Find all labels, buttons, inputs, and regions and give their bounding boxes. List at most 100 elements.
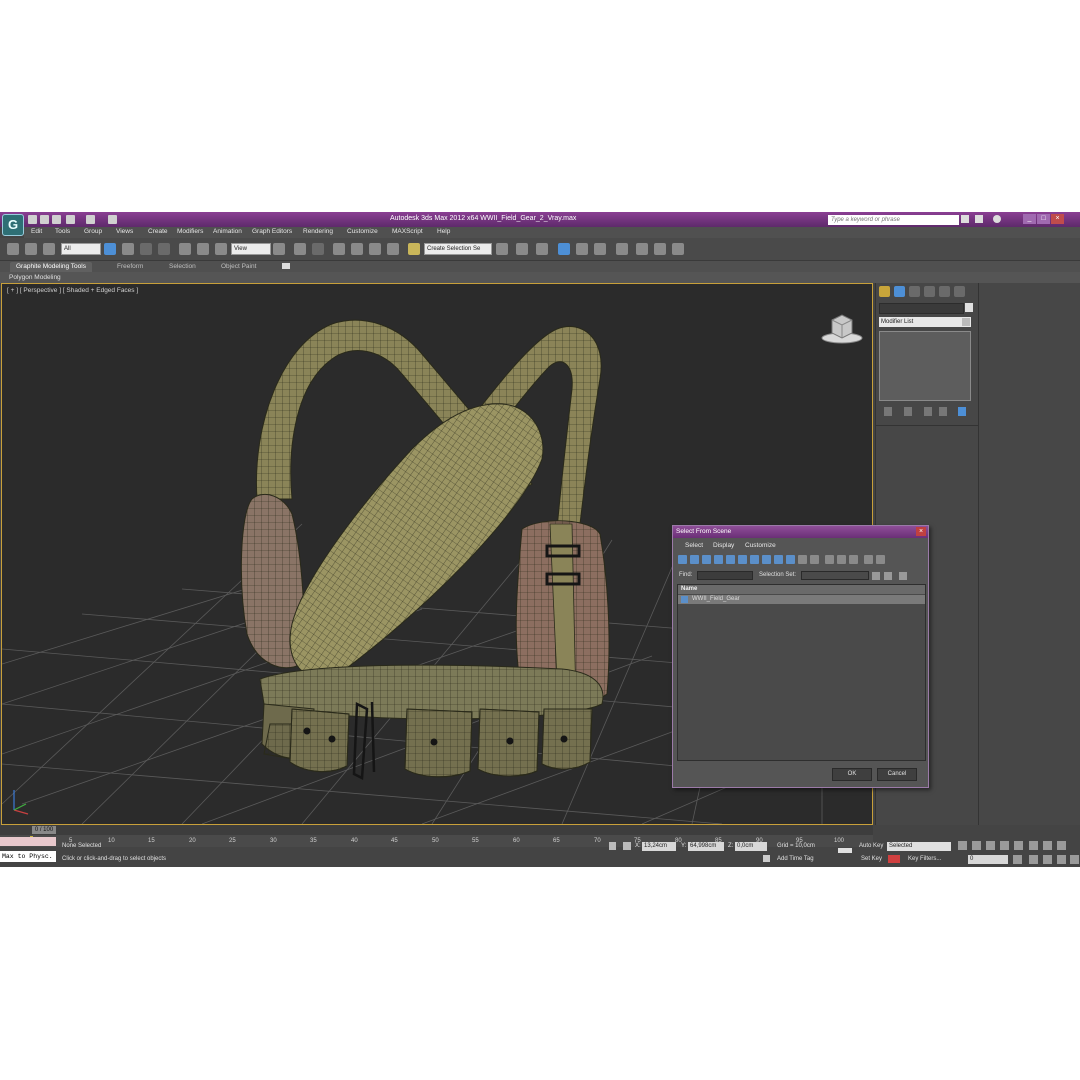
make-unique-icon[interactable]: [924, 407, 932, 416]
reference-coordinate-dropdown[interactable]: View: [231, 243, 271, 255]
menu-create[interactable]: Create: [148, 228, 168, 235]
percent-snap-icon[interactable]: [369, 243, 381, 255]
curve-editor-icon[interactable]: [576, 243, 588, 255]
configure-modifier-sets-icon[interactable]: [958, 407, 966, 416]
help-search-input[interactable]: Type a keyword or phrase: [828, 215, 959, 225]
layer-manager-icon[interactable]: [536, 243, 548, 255]
menu-views[interactable]: Views: [116, 228, 133, 235]
mirror-icon[interactable]: [496, 243, 508, 255]
display-containers-icon[interactable]: [786, 555, 795, 564]
redo-icon[interactable]: [86, 215, 95, 224]
unlink-icon[interactable]: [25, 243, 37, 255]
rectangular-selection-icon[interactable]: [140, 243, 152, 255]
absolute-mode-icon[interactable]: [623, 842, 631, 850]
display-bones-icon[interactable]: [774, 555, 783, 564]
viewport-label[interactable]: [ + ] [ Perspective ] [ Shaded + Edged F…: [7, 287, 138, 294]
menu-tools[interactable]: Tools: [55, 228, 70, 235]
display-xrefs-icon[interactable]: [762, 555, 771, 564]
move-icon[interactable]: [179, 243, 191, 255]
selection-set-dropdown[interactable]: [801, 571, 869, 580]
display-cameras-icon[interactable]: [714, 555, 723, 564]
maxscript-listener-output[interactable]: [0, 837, 56, 846]
default-tangents-icon[interactable]: [888, 855, 900, 863]
menu-maxscript[interactable]: MAXScript: [392, 228, 423, 235]
select-manipulate-icon[interactable]: [294, 243, 306, 255]
schematic-view-icon[interactable]: [594, 243, 606, 255]
zoom-all-icon[interactable]: [1043, 841, 1052, 850]
utilities-tab-icon[interactable]: [954, 286, 965, 297]
name-column-header[interactable]: Name: [678, 585, 925, 594]
filter-icon[interactable]: [864, 555, 873, 564]
go-to-end-icon[interactable]: [1014, 841, 1023, 850]
render-setup-icon[interactable]: [636, 243, 648, 255]
previous-frame-icon[interactable]: [972, 841, 981, 850]
modify-tab-icon[interactable]: [894, 286, 905, 297]
motion-tab-icon[interactable]: [924, 286, 935, 297]
rotate-icon[interactable]: [197, 243, 209, 255]
display-space-warps-icon[interactable]: [738, 555, 747, 564]
field-of-view-icon[interactable]: [1029, 855, 1038, 864]
menu-edit[interactable]: Edit: [31, 228, 42, 235]
list-item[interactable]: WWII_Field_Gear: [678, 595, 925, 604]
angle-snap-icon[interactable]: [351, 243, 363, 255]
search-icon[interactable]: [961, 215, 969, 223]
dialog-menu-select[interactable]: Select: [685, 542, 703, 549]
display-shapes-icon[interactable]: [690, 555, 699, 564]
display-groups-icon[interactable]: [750, 555, 759, 564]
select-link-icon[interactable]: [7, 243, 19, 255]
rendered-frame-window-icon[interactable]: [654, 243, 666, 255]
display-helpers-icon[interactable]: [726, 555, 735, 564]
minimize-button[interactable]: _: [1023, 214, 1036, 224]
highlight-set-icon[interactable]: [899, 572, 907, 580]
spinner-snap-icon[interactable]: [387, 243, 399, 255]
menu-help[interactable]: Help: [437, 228, 450, 235]
display-geometry-icon[interactable]: [678, 555, 687, 564]
chevron-down-icon[interactable]: [962, 318, 970, 326]
key-filters-button[interactable]: Key Filters...: [908, 856, 941, 862]
go-to-start-icon[interactable]: [958, 841, 967, 850]
bind-space-warp-icon[interactable]: [43, 243, 55, 255]
dialog-menu-display[interactable]: Display: [713, 542, 734, 549]
select-by-name-icon[interactable]: [122, 243, 134, 255]
undo-icon[interactable]: [66, 215, 75, 224]
tab-graphite-modeling-tools[interactable]: Graphite Modeling Tools: [10, 262, 92, 272]
time-tag-icon[interactable]: [763, 855, 770, 862]
zoom-extents-icon[interactable]: [1057, 841, 1066, 850]
object-name-field[interactable]: [879, 303, 964, 314]
edit-named-selection-icon[interactable]: [408, 243, 420, 255]
display-invert-icon[interactable]: [849, 555, 858, 564]
time-slider[interactable]: 0 / 100: [0, 825, 873, 835]
menu-customize[interactable]: Customize: [347, 228, 378, 235]
open-file-icon[interactable]: [40, 215, 49, 224]
select-set-icon[interactable]: [872, 572, 880, 580]
polygon-modeling-panel[interactable]: Polygon Modeling: [9, 274, 61, 281]
display-frozen-icon[interactable]: [798, 555, 807, 564]
material-editor-icon[interactable]: [616, 243, 628, 255]
project-folder-icon[interactable]: [108, 215, 117, 224]
render-production-icon[interactable]: [672, 243, 684, 255]
menu-group[interactable]: Group: [84, 228, 102, 235]
named-selection-set-dropdown[interactable]: Create Selection Se: [424, 243, 492, 255]
z-coord-field[interactable]: 0,0cm: [735, 842, 767, 851]
communication-center-icon[interactable]: [975, 215, 983, 223]
display-none-icon[interactable]: [837, 555, 846, 564]
add-time-tag[interactable]: Add Time Tag: [777, 856, 814, 862]
align-icon[interactable]: [516, 243, 528, 255]
remove-modifier-icon[interactable]: [939, 407, 947, 416]
object-list[interactable]: Name WWII_Field_Gear: [677, 584, 926, 761]
sync-selection-icon[interactable]: [876, 555, 885, 564]
pan-view-icon[interactable]: [1043, 855, 1052, 864]
object-color-swatch[interactable]: [965, 303, 973, 312]
create-tab-icon[interactable]: [879, 286, 890, 297]
menu-graph-editors[interactable]: Graph Editors: [252, 228, 292, 235]
selection-filter-dropdown[interactable]: All: [61, 243, 101, 255]
save-icon[interactable]: [52, 215, 61, 224]
ribbon-options-icon[interactable]: [282, 263, 290, 269]
maximize-viewport-icon[interactable]: [1070, 855, 1079, 864]
find-input[interactable]: [697, 571, 753, 580]
cancel-button[interactable]: Cancel: [877, 768, 917, 781]
maxscript-mini-listener[interactable]: Max to Physc.: [0, 851, 56, 862]
modifier-list-dropdown[interactable]: Modifier List: [879, 317, 971, 327]
display-all-icon[interactable]: [825, 555, 834, 564]
tab-freeform[interactable]: Freeform: [111, 262, 149, 272]
